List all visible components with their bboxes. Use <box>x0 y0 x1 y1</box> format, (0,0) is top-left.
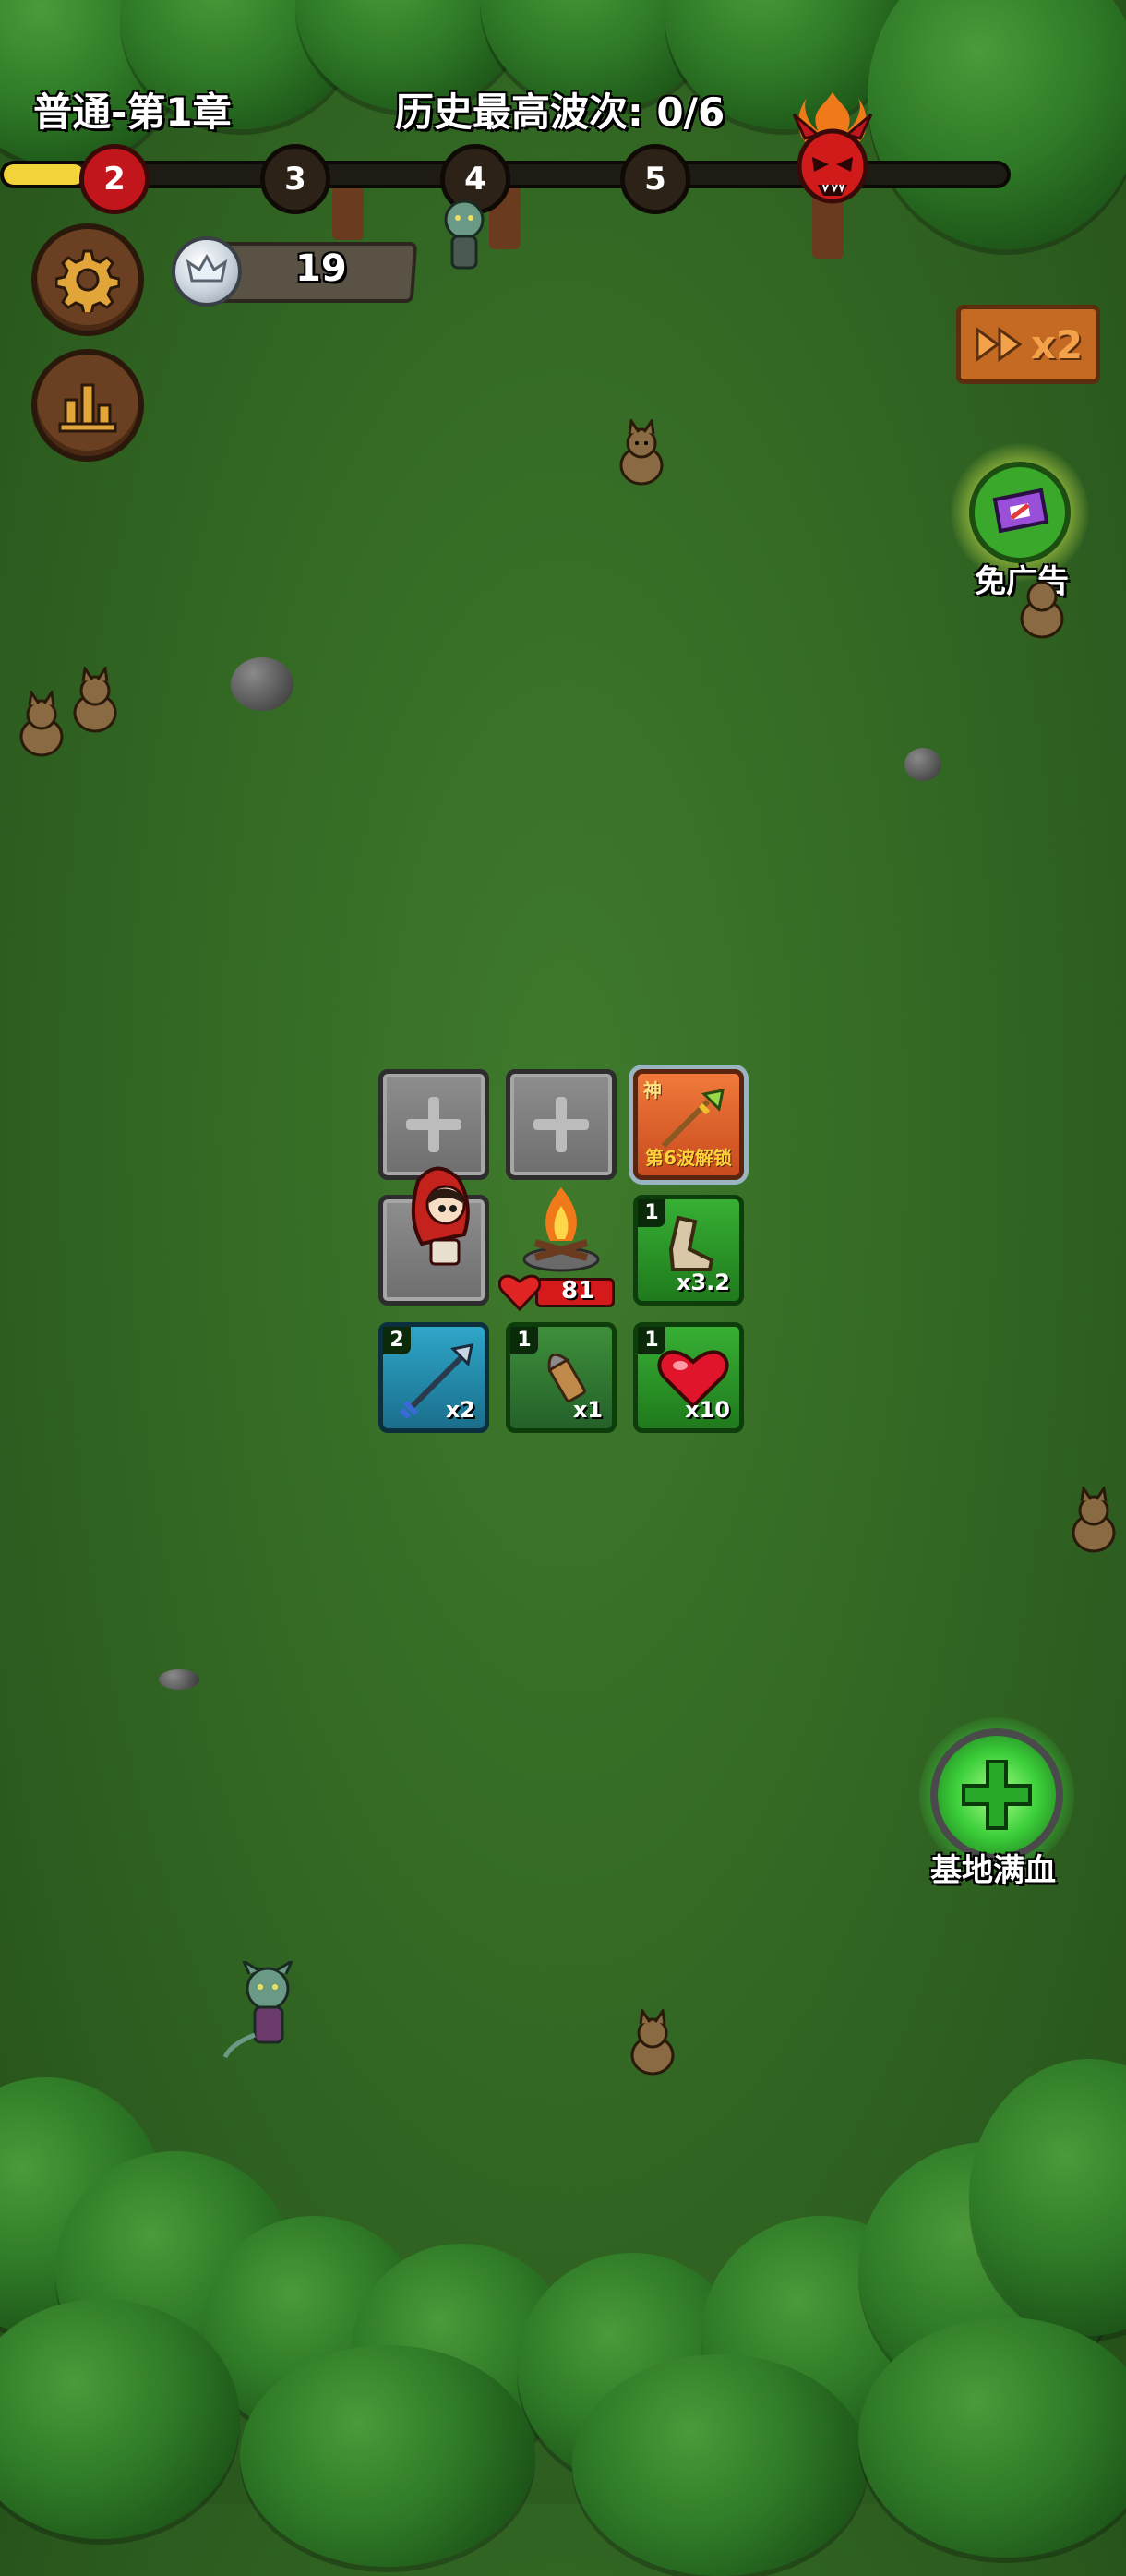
wave-node-5: 5 <box>620 144 690 214</box>
plus-icon <box>533 1097 589 1152</box>
demon-skull-icon <box>786 92 879 212</box>
wolf-enemy <box>609 416 674 486</box>
rock <box>904 748 941 781</box>
stats-button[interactable] <box>31 349 144 462</box>
empty-slot[interactable] <box>506 1069 617 1180</box>
rock <box>159 1669 199 1690</box>
hero-slot[interactable] <box>378 1166 489 1306</box>
campfire-base[interactable]: 81 <box>498 1184 617 1313</box>
crown-coin-icon <box>172 236 242 307</box>
speed-button[interactable]: x2 <box>956 305 1100 384</box>
boot-slot[interactable]: 1 x3.2 <box>633 1195 744 1306</box>
locked-weapon-slot[interactable]: 神 第6波解锁 <box>633 1069 744 1180</box>
plus-icon <box>406 1097 461 1152</box>
green-cross-icon <box>930 1728 1063 1861</box>
multiplier: x10 <box>685 1397 730 1423</box>
multiplier: x1 <box>572 1397 603 1423</box>
top-forest <box>0 0 1126 277</box>
wolf-enemy <box>63 664 127 733</box>
heal-base-button[interactable]: 基地满血 <box>914 1717 1080 1893</box>
bottom-forest <box>0 2059 1126 2576</box>
wolf-enemy <box>620 2006 685 2076</box>
best-wave-label: 历史最高波次: 0/6 <box>395 90 725 135</box>
campfire-icon <box>522 1187 600 1272</box>
heart-icon <box>498 1274 541 1311</box>
fast-forward-icon <box>976 327 1023 362</box>
base-hp-value: 81 <box>561 1277 595 1305</box>
wolf-enemy <box>1061 1484 1126 1553</box>
gear-icon <box>55 249 120 312</box>
rock <box>231 657 293 711</box>
golden-spear-icon <box>661 1089 725 1149</box>
heal-base-label: 基地满血 <box>930 1852 1056 1889</box>
boot-icon <box>668 1215 714 1271</box>
multiplier: x3.2 <box>677 1270 730 1295</box>
currency-amount: 19 <box>295 247 347 290</box>
zombie-rat-enemy <box>222 1957 314 2063</box>
bar-chart-icon <box>58 383 117 433</box>
red-hood-hero-icon <box>411 1166 470 1266</box>
ticket-icon <box>969 462 1071 563</box>
chapter-label: 普通-第1章 <box>33 90 232 135</box>
bullet-slot[interactable]: 1 x1 <box>506 1322 617 1433</box>
wave-node-3: 3 <box>260 144 330 214</box>
wave-progress-fill <box>4 164 84 185</box>
wave-node-2: 2 <box>79 144 150 214</box>
multiplier: x2 <box>445 1397 475 1423</box>
heart-slot[interactable]: 1 x10 <box>633 1322 744 1433</box>
speed-label: x2 <box>1030 321 1084 367</box>
unlock-label: 第6波解锁 <box>645 1147 732 1169</box>
wolf-enemy <box>1010 572 1074 639</box>
arrow-slot[interactable]: 2 x2 <box>378 1322 489 1433</box>
settings-button[interactable] <box>31 223 144 336</box>
zombie-rat-enemy <box>432 194 497 286</box>
